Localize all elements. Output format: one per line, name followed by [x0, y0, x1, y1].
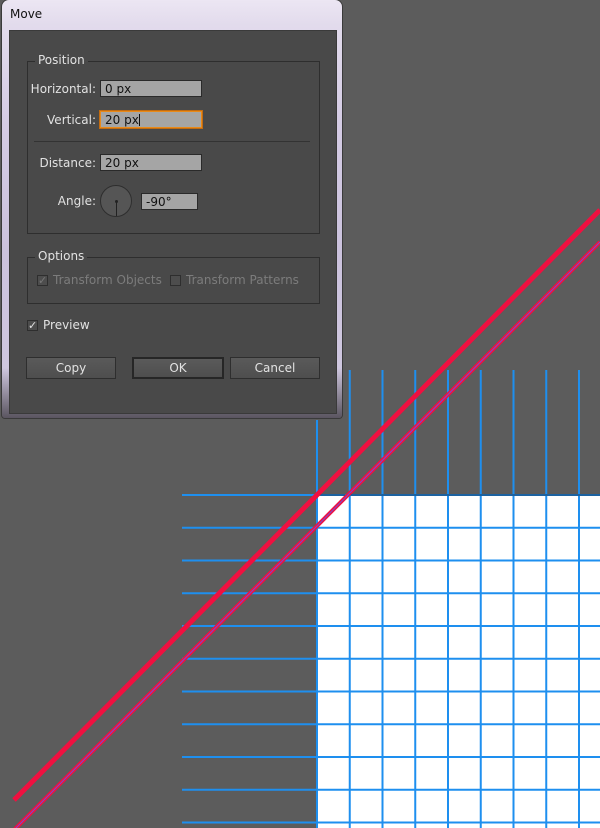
angle-value: -90°	[146, 195, 172, 209]
options-legend: Options	[35, 249, 88, 263]
position-separator	[34, 141, 310, 142]
check-icon: ✓	[28, 319, 38, 332]
copy-button[interactable]: Copy	[26, 357, 116, 379]
dialog-title: Move	[10, 7, 43, 21]
horizontal-label: Horizontal:	[30, 82, 96, 96]
transform-patterns-checkbox[interactable]	[170, 275, 181, 286]
transform-patterns-label: Transform Patterns	[186, 273, 299, 287]
angle-dial-hub	[115, 200, 118, 203]
preview-label: Preview	[43, 318, 90, 332]
ok-button[interactable]: OK	[132, 357, 224, 379]
horizontal-input[interactable]: 0 px	[100, 80, 202, 97]
distance-input[interactable]: 20 px	[100, 154, 202, 171]
dialog-panel: Position Horizontal: 0 px Vertical: 20 p…	[9, 30, 337, 414]
transform-objects-label: Transform Objects	[53, 273, 162, 287]
position-legend: Position	[35, 53, 88, 67]
artboard-white-area	[317, 495, 600, 828]
angle-dial-needle	[116, 201, 117, 216]
vertical-value: 20 px	[105, 113, 139, 127]
vertical-label: Vertical:	[47, 113, 96, 127]
distance-label: Distance:	[39, 156, 96, 170]
angle-label: Angle:	[57, 194, 96, 208]
angle-input[interactable]: -90°	[141, 193, 198, 210]
move-dialog: Move Position Horizontal: 0 px Vertical:…	[2, 0, 342, 418]
horizontal-value: 0 px	[105, 82, 132, 96]
preview-checkbox[interactable]: ✓	[27, 320, 38, 331]
cancel-button[interactable]: Cancel	[230, 357, 320, 379]
angle-dial[interactable]	[100, 185, 132, 217]
check-icon: ✓	[38, 274, 48, 287]
vertical-input[interactable]: 20 px	[100, 111, 202, 128]
transform-objects-checkbox[interactable]: ✓	[37, 275, 48, 286]
text-caret	[138, 114, 140, 126]
distance-value: 20 px	[105, 156, 139, 170]
